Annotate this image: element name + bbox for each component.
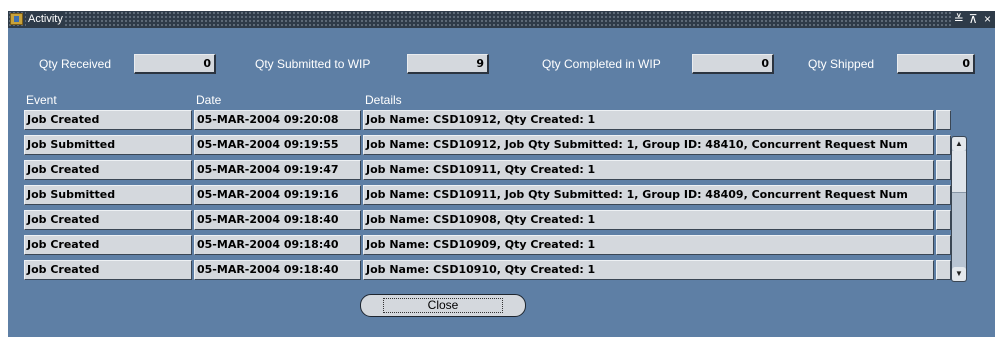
- close-button[interactable]: Close: [360, 294, 526, 317]
- scroll-up-icon[interactable]: ▲: [952, 137, 966, 151]
- row-indicator[interactable]: [936, 260, 951, 280]
- column-header-details: Details: [365, 93, 402, 107]
- date-cell[interactable]: 05-MAR-2004 09:19:55: [194, 135, 361, 155]
- details-cell[interactable]: Job Name: CSD10908, Qty Created: 1: [363, 210, 934, 230]
- qty-received-field: 0: [134, 54, 216, 74]
- row-indicator[interactable]: [936, 135, 951, 155]
- details-cell[interactable]: Job Name: CSD10912, Qty Created: 1: [363, 110, 934, 130]
- close-window-icon[interactable]: ×: [982, 11, 993, 28]
- qty-submitted-label: Qty Submitted to WIP: [255, 57, 371, 71]
- minimize-icon[interactable]: ≚: [953, 11, 964, 28]
- row-indicator[interactable]: [936, 185, 951, 205]
- date-cell[interactable]: 05-MAR-2004 09:18:40: [194, 235, 361, 255]
- details-cell[interactable]: Job Name: CSD10909, Qty Created: 1: [363, 235, 934, 255]
- date-cell[interactable]: 05-MAR-2004 09:19:47: [194, 160, 361, 180]
- window-title: Activity: [26, 11, 65, 28]
- qty-shipped-field: 0: [897, 54, 975, 74]
- qty-completed-field: 0: [692, 54, 774, 74]
- qty-submitted-field: 9: [407, 54, 489, 74]
- event-cell[interactable]: Job Created: [24, 260, 192, 280]
- maximize-icon[interactable]: ⊼: [968, 11, 979, 28]
- activity-window: Activity ≚ ⊼ × Qty Received 0 Qty Submit…: [8, 11, 995, 337]
- event-cell[interactable]: Job Submitted: [24, 185, 192, 205]
- app-icon: [10, 13, 23, 25]
- date-cell[interactable]: 05-MAR-2004 09:18:40: [194, 260, 361, 280]
- qty-received-label: Qty Received: [39, 57, 112, 71]
- window-controls: ≚ ⊼ ×: [951, 11, 995, 28]
- column-header-date: Date: [196, 93, 222, 107]
- row-indicator[interactable]: [936, 235, 951, 255]
- table-scrollbar[interactable]: ▲ ▼: [951, 136, 967, 282]
- row-indicator[interactable]: [936, 210, 951, 230]
- details-cell[interactable]: Job Name: CSD10912, Job Qty Submitted: 1…: [363, 135, 934, 155]
- date-cell[interactable]: 05-MAR-2004 09:20:08: [194, 110, 361, 130]
- row-indicator[interactable]: [936, 110, 951, 130]
- event-cell[interactable]: Job Created: [24, 210, 192, 230]
- details-cell[interactable]: Job Name: CSD10910, Qty Created: 1: [363, 260, 934, 280]
- details-cell[interactable]: Job Name: CSD10911, Job Qty Submitted: 1…: [363, 185, 934, 205]
- event-cell[interactable]: Job Created: [24, 235, 192, 255]
- title-bar[interactable]: Activity ≚ ⊼ ×: [8, 11, 995, 28]
- date-cell[interactable]: 05-MAR-2004 09:19:16: [194, 185, 361, 205]
- row-indicator[interactable]: [936, 160, 951, 180]
- date-cell[interactable]: 05-MAR-2004 09:18:40: [194, 210, 361, 230]
- event-cell[interactable]: Job Created: [24, 160, 192, 180]
- event-cell[interactable]: Job Created: [24, 110, 192, 130]
- qty-completed-label: Qty Completed in WIP: [542, 57, 661, 71]
- scroll-thumb[interactable]: [952, 151, 966, 193]
- details-cell[interactable]: Job Name: CSD10911, Qty Created: 1: [363, 160, 934, 180]
- column-header-event: Event: [26, 93, 57, 107]
- qty-shipped-label: Qty Shipped: [808, 57, 875, 71]
- event-cell[interactable]: Job Submitted: [24, 135, 192, 155]
- close-button-label: Close: [382, 298, 504, 313]
- scroll-down-icon[interactable]: ▼: [952, 267, 966, 281]
